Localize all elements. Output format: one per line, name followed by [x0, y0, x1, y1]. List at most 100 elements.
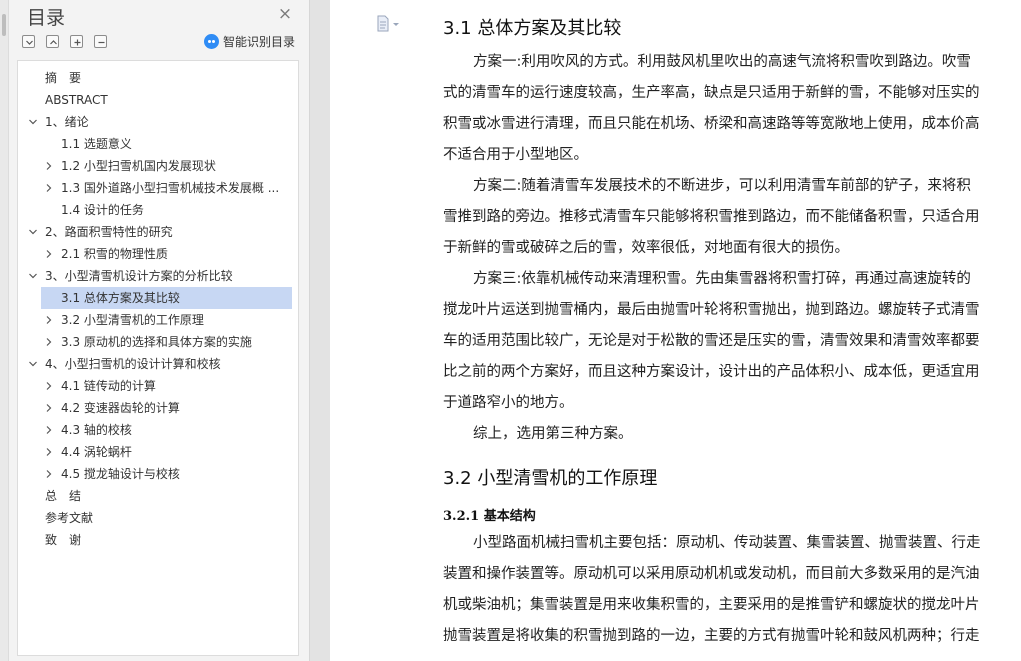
toc-item-label: 总 结 — [45, 489, 82, 503]
toc-item[interactable]: 总 结 — [18, 485, 298, 507]
toc-item[interactable]: 1.1 选题意义 — [18, 133, 298, 155]
heading-3-1: 3.1 总体方案及其比较 — [443, 18, 622, 39]
collapse-all-icon[interactable] — [22, 35, 35, 48]
toc-item[interactable]: ABSTRACT — [18, 89, 298, 111]
text-line: 式的清雪车的运行速度较高，生产率高，缺点是只适用于新鲜的雪，不能够对压实的 — [443, 85, 980, 101]
toc-item-label: 3.1 总体方案及其比较 — [61, 291, 180, 305]
toc-item-label: 4.5 搅龙轴设计与校核 — [61, 467, 180, 481]
toc-item[interactable]: 1.3 国外道路小型扫雪机械技术发展概 ... — [18, 177, 298, 199]
toc-item[interactable]: 4.5 搅龙轴设计与校核 — [18, 463, 298, 485]
sidebar-title: 目录 — [27, 7, 66, 29]
toc-item-label: 1.3 国外道路小型扫雪机械技术发展概 ... — [61, 181, 280, 195]
toc-item[interactable]: 3、小型清雪机设计方案的分析比较 — [18, 265, 298, 287]
toc-item[interactable]: 3.3 原动机的选择和具体方案的实施 — [18, 331, 298, 353]
heading-3-2-1: 3.2.1 基本结构 — [443, 509, 536, 524]
toc-item[interactable]: 4.4 涡轮蜗杆 — [18, 441, 298, 463]
chevron-right-icon[interactable] — [44, 463, 54, 485]
toc-item-label: 2、路面积雪特性的研究 — [45, 225, 173, 239]
toc-item[interactable]: 3.1 总体方案及其比较 — [41, 287, 292, 309]
toc-item-label: 1.2 小型扫雪机国内发展现状 — [61, 159, 216, 173]
chevron-right-icon[interactable] — [44, 419, 54, 441]
close-icon[interactable]: × — [277, 6, 293, 23]
chevron-right-icon[interactable] — [44, 309, 54, 331]
toc-item[interactable]: 1.4 设计的任务 — [18, 199, 298, 221]
paragraph-conclusion: 综上，选用第三种方案。 — [443, 419, 1021, 450]
toc-item-label: 3.2 小型清雪机的工作原理 — [61, 313, 204, 327]
toc-item-label: 4.4 涡轮蜗杆 — [61, 445, 132, 459]
ai-assistant-icon — [204, 34, 219, 49]
toc-item-label: 参考文献 — [45, 511, 94, 525]
paragraph-plan-2: 方案二:随着清雪车发展技术的不断进步，可以利用清雪车前部的铲子，来将积雪推到路的… — [443, 171, 1021, 264]
text-line: 积雪或冰雪进行清理，而且只能在机场、桥梁和高速路等等宽敞地上使用，成本价高 — [443, 116, 980, 132]
toc-item[interactable]: 4.2 变速器齿轮的计算 — [18, 397, 298, 419]
toc-item[interactable]: 1、绪论 — [18, 111, 298, 133]
toc-item-label: 3.3 原动机的选择和具体方案的实施 — [61, 335, 252, 349]
chevron-down-icon[interactable] — [28, 265, 38, 287]
chevron-right-icon[interactable] — [44, 331, 54, 353]
text-line: 抛雪装置是将收集的积雪抛到路的一边，主要的方式有抛雪叶轮和鼓风机两种；行走 — [443, 628, 980, 644]
toc-item-label: 3、小型清雪机设计方案的分析比较 — [45, 269, 233, 283]
text-line: 于道路窄小的地方。 — [443, 395, 574, 411]
text-line: 于新鲜的雪或破碎之后的雪，效率很低，对地面有很大的损伤。 — [443, 240, 849, 256]
sidebar-edge-strip — [0, 0, 9, 661]
toc-sidebar: 目录 × 智能识别目录 摘 要 ABSTRACT 1、绪论 1.1 选题意义 1.2 小… — [0, 0, 310, 661]
text-line: 综上，选用第三种方案。 — [473, 426, 633, 442]
text-line: 方案一:利用吹风的方式。利用鼓风机里吹出的高速气流将积雪吹到路边。吹雪 — [473, 54, 971, 70]
toc-item[interactable]: 摘 要 — [18, 67, 298, 89]
heading-3-2: 3.2 小型清雪机的工作原理 — [443, 468, 658, 489]
toc-item[interactable]: 致 谢 — [18, 529, 298, 551]
text-line: 雪推到路的旁边。推移式清雪车只能够将积雪推到路边，而不能储备积雪，只适合用 — [443, 209, 980, 225]
toc-tree: 摘 要 ABSTRACT 1、绪论 1.1 选题意义 1.2 小型扫雪机国内发展现状 1.… — [17, 60, 299, 656]
chevron-right-icon[interactable] — [44, 243, 54, 265]
toc-item-label: 2.1 积雪的物理性质 — [61, 247, 168, 261]
text-line: 搅龙叶片运送到抛雪桶内，最后由抛雪叶轮将积雪抛出，抛到路边。螺旋转子式清雪 — [443, 302, 980, 318]
text-line: 小型路面机械扫雪机主要包括：原动机、传动装置、集雪装置、抛雪装置、行走 — [473, 535, 981, 551]
chevron-down-icon[interactable] — [28, 221, 38, 243]
text-line: 不适合用于小型地区。 — [443, 147, 588, 163]
text-line: 比之前的两个方案好，而且这种方案设计，设计出的产品体积小、成本低，更适宜用 — [443, 364, 980, 380]
toc-item-label: 4、小型扫雪机的设计计算和校核 — [45, 357, 221, 371]
toc-item[interactable]: 4.3 轴的校核 — [18, 419, 298, 441]
chevron-right-icon[interactable] — [44, 397, 54, 419]
toc-item[interactable]: 4.1 链传动的计算 — [18, 375, 298, 397]
chevron-right-icon[interactable] — [44, 177, 54, 199]
toc-item-label: 4.2 变速器齿轮的计算 — [61, 401, 180, 415]
toc-item[interactable]: 3.2 小型清雪机的工作原理 — [18, 309, 298, 331]
text-line: 车的适用范围比较广，无论是对于松散的雪还是压实的雪，清雪效果和清雪效率都要 — [443, 333, 980, 349]
toc-item[interactable]: 1.2 小型扫雪机国内发展现状 — [18, 155, 298, 177]
chevron-right-icon[interactable] — [44, 441, 54, 463]
toc-item[interactable]: 4、小型扫雪机的设计计算和校核 — [18, 353, 298, 375]
chevron-right-icon[interactable] — [44, 375, 54, 397]
toc-item-label: 1、绪论 — [45, 115, 89, 129]
paragraph-plan-1: 方案一:利用吹风的方式。利用鼓风机里吹出的高速气流将积雪吹到路边。吹雪式的清雪车… — [443, 47, 1021, 171]
text-line: 机或柴油机；集雪装置是用来收集积雪的，主要采用的是推雪铲和螺旋状的搅龙叶片 — [443, 597, 980, 613]
text-line: 方案二:随着清雪车发展技术的不断进步，可以利用清雪车前部的铲子，来将积 — [473, 178, 971, 194]
paragraph-plan-3: 方案三:依靠机械传动来清理积雪。先由集雪器将积雪打碎，再通过高速旋转的搅龙叶片运… — [443, 264, 1021, 419]
toc-item-label: 摘 要 — [45, 71, 82, 85]
toc-item-label: 4.3 轴的校核 — [61, 423, 132, 437]
page-gutter — [311, 0, 330, 661]
add-heading-icon[interactable] — [70, 35, 83, 48]
toc-item-label: 致 谢 — [45, 533, 82, 547]
document-page: 3.1 总体方案及其比较 方案一:利用吹风的方式。利用鼓风机里吹出的高速气流将积… — [330, 0, 1021, 661]
toc-item-label: 1.1 选题意义 — [61, 137, 132, 151]
sidebar-resize-handle[interactable] — [2, 14, 6, 36]
text-line: 方案三:依靠机械传动来清理积雪。先由集雪器将积雪打碎，再通过高速旋转的 — [473, 271, 971, 287]
chevron-down-icon[interactable] — [28, 111, 38, 133]
toc-item-label: 4.1 链传动的计算 — [61, 379, 156, 393]
paragraph-menu-icon[interactable] — [376, 15, 402, 33]
toc-item-label: ABSTRACT — [45, 93, 108, 107]
toc-item[interactable]: 2、路面积雪特性的研究 — [18, 221, 298, 243]
chevron-down-icon[interactable] — [28, 353, 38, 375]
wps-writer-window: 目录 × 智能识别目录 摘 要 ABSTRACT 1、绪论 1.1 选题意义 1.2 小… — [0, 0, 1021, 661]
remove-heading-icon[interactable] — [94, 35, 107, 48]
ai-toc-button[interactable]: 智能识别目录 — [204, 33, 295, 50]
toc-item-label: 1.4 设计的任务 — [61, 203, 144, 217]
text-line: 装置和操作装置等。原动机可以采用原动机机或发动机，而目前大多数采用的是汽油 — [443, 566, 980, 582]
expand-all-icon[interactable] — [46, 35, 59, 48]
toc-item[interactable]: 参考文献 — [18, 507, 298, 529]
toc-item[interactable]: 2.1 积雪的物理性质 — [18, 243, 298, 265]
chevron-right-icon[interactable] — [44, 155, 54, 177]
ai-toc-label: 智能识别目录 — [223, 35, 296, 49]
paragraph-basic-structure: 小型路面机械扫雪机主要包括：原动机、传动装置、集雪装置、抛雪装置、行走装置和操作… — [443, 528, 1021, 652]
